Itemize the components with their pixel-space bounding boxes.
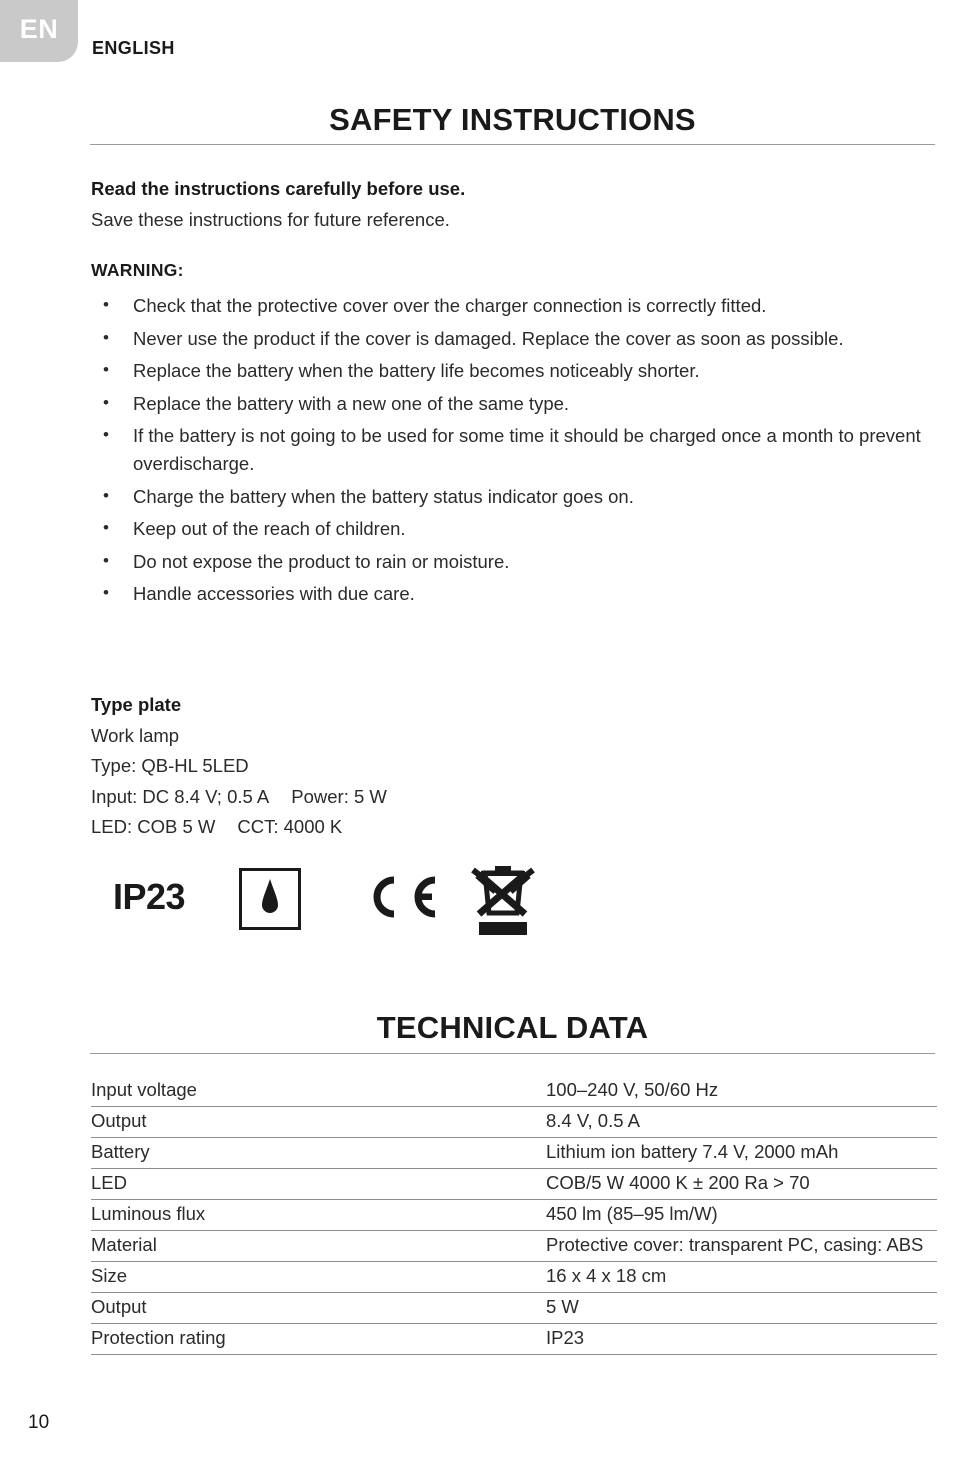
language-name: ENGLISH xyxy=(92,38,175,58)
list-item: Charge the battery when the battery stat… xyxy=(91,482,921,511)
type-plate-power: Power: 5 W xyxy=(291,785,387,807)
table-cell-value: 5 W xyxy=(546,1292,937,1324)
compliance-symbols-row: IP23 xyxy=(113,862,573,952)
list-item: Replace the battery when the battery lif… xyxy=(91,356,921,385)
type-plate-input: Input: DC 8.4 V; 0.5 A xyxy=(91,785,270,807)
table-row: Protection rating IP23 xyxy=(91,1323,937,1355)
table-cell-value: Lithium ion battery 7.4 V, 2000 mAh xyxy=(546,1137,937,1169)
table-cell-label: Output xyxy=(91,1292,546,1324)
table-cell-value: 8.4 V, 0.5 A xyxy=(546,1106,937,1138)
save-instructions-notice: Save these instructions for future refer… xyxy=(91,209,450,230)
warning-heading: WARNING: xyxy=(91,260,184,280)
table-row: Battery Lithium ion battery 7.4 V, 2000 … xyxy=(91,1137,937,1169)
list-item: Replace the battery with a new one of th… xyxy=(91,389,921,418)
type-plate-type: Type: QB-HL 5LED xyxy=(91,755,249,776)
safety-instructions-title: SAFETY INSTRUCTIONS xyxy=(329,102,696,137)
table-row: Input voltage 100–240 V, 50/60 Hz xyxy=(91,1076,937,1107)
table-cell-label: Battery xyxy=(91,1137,546,1169)
table-cell-value: COB/5 W 4000 K ± 200 Ra > 70 xyxy=(546,1168,937,1200)
list-item: Keep out of the reach of children. xyxy=(91,514,921,543)
table-row: Material Protective cover: transparent P… xyxy=(91,1230,937,1262)
table-cell-value: Protective cover: transparent PC, casing… xyxy=(546,1230,937,1262)
ip-rating-symbol: IP23 xyxy=(113,876,186,917)
type-plate-input-row: Input: DC 8.4 V; 0.5 A Power: 5 W xyxy=(91,782,387,813)
language-tab-code: EN xyxy=(19,13,59,44)
table-row: Output 5 W xyxy=(91,1292,937,1324)
table-row: Output 8.4 V, 0.5 A xyxy=(91,1106,937,1138)
table-cell-value: 100–240 V, 50/60 Hz xyxy=(546,1076,937,1107)
table-cell-value: 16 x 4 x 18 cm xyxy=(546,1261,937,1293)
list-item: If the battery is not going to be used f… xyxy=(91,421,921,478)
read-instructions-notice: Read the instructions carefully before u… xyxy=(91,178,466,199)
table-row: Size 16 x 4 x 18 cm xyxy=(91,1261,937,1293)
list-item: Handle accessories with due care. xyxy=(91,579,921,608)
type-plate-led: LED: COB 5 W xyxy=(91,816,216,837)
type-plate-block: Type plate Work lamp Type: QB-HL 5LED In… xyxy=(91,690,387,843)
table-row: LED COB/5 W 4000 K ± 200 Ra > 70 xyxy=(91,1168,937,1200)
type-plate-led-row: LED: COB 5 W CCT: 4000 K xyxy=(91,812,387,843)
list-item: Check that the protective cover over the… xyxy=(91,291,921,320)
table-cell-label: Protection rating xyxy=(91,1323,546,1355)
type-plate-heading: Type plate xyxy=(91,694,182,715)
table-row: Luminous flux 450 lm (85–95 lm/W) xyxy=(91,1199,937,1231)
page-number: 10 xyxy=(28,1412,50,1433)
list-item: Do not expose the product to rain or moi… xyxy=(91,547,921,576)
table-cell-label: Input voltage xyxy=(91,1076,546,1107)
type-plate-product: Work lamp xyxy=(91,724,180,746)
table-cell-value: 450 lm (85–95 lm/W) xyxy=(546,1199,937,1231)
table-cell-label: Luminous flux xyxy=(91,1199,546,1231)
table-cell-label: Size xyxy=(91,1261,546,1293)
technical-data-table: Input voltage 100–240 V, 50/60 Hz Output… xyxy=(91,1076,937,1355)
table-cell-label: LED xyxy=(91,1168,546,1200)
table-cell-value: IP23 xyxy=(546,1323,937,1355)
ce-mark-symbol xyxy=(363,874,439,925)
weee-crossed-bin-symbol xyxy=(471,862,535,945)
technical-data-divider xyxy=(90,1053,935,1054)
type-plate-cct: CCT: 4000 K xyxy=(237,816,343,837)
indoor-use-drop-symbol xyxy=(239,868,301,930)
table-cell-label: Material xyxy=(91,1230,546,1262)
safety-title-divider xyxy=(90,144,935,145)
technical-data-title: TECHNICAL DATA xyxy=(376,1010,649,1045)
language-tab: EN xyxy=(0,0,78,62)
warning-bullet-list: Check that the protective cover over the… xyxy=(91,291,921,613)
list-item: Never use the product if the cover is da… xyxy=(91,324,921,353)
table-cell-label: Output xyxy=(91,1106,546,1138)
